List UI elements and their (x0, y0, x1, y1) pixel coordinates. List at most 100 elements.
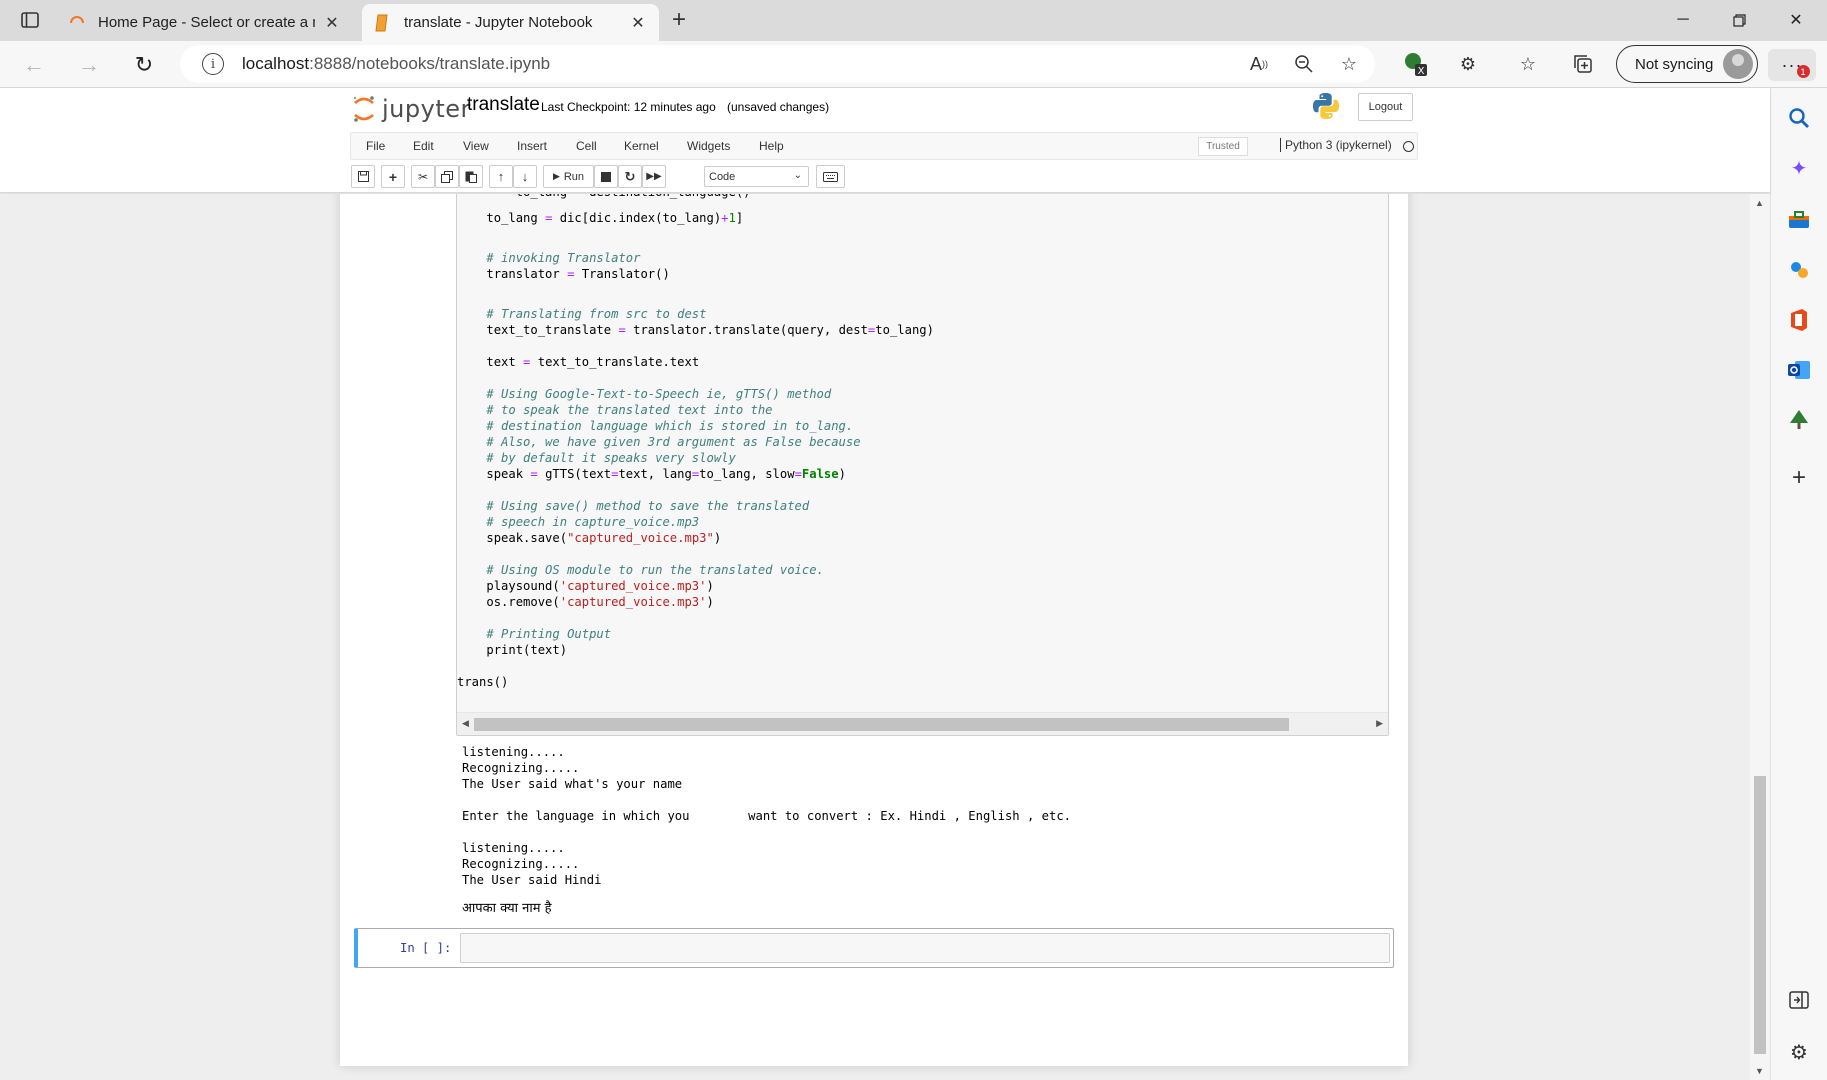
copilot-sparkle-icon[interactable]: ✦ (1785, 154, 1813, 182)
output-line: Recognizing..... (462, 857, 580, 871)
scroll-up-icon[interactable]: ▲ (1755, 198, 1764, 208)
new-tab-button[interactable]: + (668, 6, 690, 33)
jupyter-spinner-icon (68, 14, 86, 32)
notebook-scroll-area[interactable]: to_lang = destination_language() to_lang… (0, 194, 1770, 1080)
code-line: to_lang = dic[dic.index(to_lang)+1] (457, 210, 743, 226)
sidebar-collapse-icon[interactable] (1785, 986, 1813, 1014)
code-token: "captured_voice.mp3" (567, 531, 714, 545)
scrollbar-thumb[interactable] (474, 718, 1289, 731)
code-token: destination_language() (582, 194, 750, 199)
code-token: print(text) (486, 643, 568, 657)
code-token: 'captured_voice.mp3' (559, 595, 707, 609)
tab-close-icon[interactable]: ✕ (323, 13, 341, 33)
zoom-out-icon[interactable] (1289, 49, 1319, 79)
empty-cell-editor[interactable] (460, 933, 1390, 963)
tab-translate[interactable]: translate - Jupyter Notebook ✕ (362, 4, 659, 41)
jupyter-logo[interactable]: jupyter (352, 92, 471, 126)
move-up-icon[interactable]: ↑ (489, 165, 513, 188)
logout-button[interactable]: Logout (1358, 93, 1413, 121)
kernel-idle-indicator (1403, 141, 1414, 152)
interrupt-icon[interactable] (594, 165, 618, 188)
code-token: = (530, 467, 538, 481)
extension-excel-icon[interactable]: X (1400, 49, 1430, 79)
page-vertical-scrollbar[interactable]: ▲ ▼ (1750, 194, 1770, 1080)
add-icon[interactable]: + (1785, 464, 1813, 492)
minimize-icon[interactable]: ─ (1655, 6, 1711, 34)
menu-file[interactable]: File (366, 139, 385, 153)
menu-kernel[interactable]: Kernel (624, 139, 659, 153)
collections-icon[interactable] (1568, 49, 1598, 79)
cell-type-select[interactable]: Code ⌄ (704, 166, 809, 187)
url-text[interactable]: localhost:8888/notebooks/translate.ipynb (242, 54, 550, 74)
close-window-icon[interactable]: ✕ (1768, 6, 1824, 34)
kernel-name[interactable]: Python 3 (ipykernel) (1280, 138, 1392, 152)
menu-edit[interactable]: Edit (413, 139, 434, 153)
scroll-right-icon[interactable]: ▶ (1376, 718, 1383, 729)
shopping-icon[interactable] (1785, 206, 1813, 234)
paste-icon[interactable] (459, 165, 483, 188)
tools-icon[interactable] (1785, 256, 1813, 284)
refresh-icon[interactable]: ↻ (128, 49, 160, 81)
code-token: text (486, 355, 524, 369)
menu-view[interactable]: View (463, 139, 489, 153)
add-favorite-icon[interactable]: ☆ (1334, 49, 1364, 79)
search-icon[interactable] (1785, 104, 1813, 132)
restart-icon[interactable]: ↻ (618, 165, 642, 188)
scrollbar-thumb[interactable] (1754, 776, 1766, 1054)
horizontal-scrollbar[interactable]: ◀ ▶ (457, 712, 1388, 735)
copy-icon[interactable] (435, 165, 459, 188)
code-comment: # to speak the translated text into the (486, 403, 773, 417)
tab-actions-icon[interactable] (19, 9, 41, 31)
code-token: os.remove( (486, 595, 560, 609)
move-down-icon[interactable]: ↓ (513, 165, 537, 188)
menu-widgets[interactable]: Widgets (687, 139, 730, 153)
outlook-icon[interactable] (1785, 356, 1813, 384)
tab-close-icon[interactable]: ✕ (629, 13, 647, 33)
menu-cell[interactable]: Cell (576, 139, 597, 153)
extensions-icon[interactable]: ⚙ (1453, 49, 1483, 79)
url-host: localhost (242, 54, 310, 73)
code-line: # destination language which is stored i… (457, 418, 853, 434)
notebook-title[interactable]: translate (467, 94, 540, 116)
site-info-icon[interactable]: i (202, 53, 224, 75)
command-palette-icon[interactable] (816, 165, 845, 188)
settings-more-icon[interactable]: ··· 1 (1768, 49, 1816, 81)
code-token: trans() (457, 675, 509, 689)
profile-sync-button[interactable]: Not syncing (1616, 45, 1758, 83)
scroll-down-icon[interactable]: ▼ (1755, 1066, 1764, 1076)
save-icon[interactable] (351, 165, 375, 188)
tree-icon[interactable] (1785, 406, 1813, 434)
office-icon[interactable] (1785, 306, 1813, 334)
code-token: to_lang (486, 211, 546, 225)
cut-icon[interactable]: ✂ (411, 165, 435, 188)
read-aloud-icon[interactable]: A)) (1244, 49, 1274, 79)
jupyter-header: jupyter translate Last Checkpoint: 12 mi… (0, 88, 1770, 193)
restart-run-all-icon[interactable]: ▶▶ (642, 165, 666, 188)
chevron-down-icon: ⌄ (793, 170, 802, 181)
gear-icon[interactable]: ⚙ (1785, 1038, 1813, 1066)
code-line: os.remove('captured_voice.mp3') (457, 594, 713, 610)
url-field[interactable]: i localhost:8888/notebooks/translate.ipy… (180, 45, 1375, 83)
back-icon[interactable]: ← (18, 49, 50, 81)
code-comment: # invoking Translator (486, 251, 641, 265)
code-line: # by default it speaks very slowly (457, 450, 735, 466)
insert-cell-icon[interactable]: + (381, 165, 405, 188)
code-token: gTTS(text (537, 467, 612, 481)
jupyter-logo-icon (353, 96, 374, 122)
code-token: ) (706, 579, 714, 593)
menu-insert[interactable]: Insert (517, 139, 547, 153)
code-token: + (721, 211, 729, 225)
selected-empty-cell[interactable]: In [ ]: (354, 928, 1394, 968)
output-line: listening..... (462, 841, 565, 855)
run-button[interactable]: ▶ Run (543, 165, 594, 188)
notebook-container: to_lang = destination_language() to_lang… (340, 194, 1408, 1066)
forward-icon[interactable]: → (73, 49, 105, 81)
restore-icon[interactable] (1711, 6, 1767, 34)
tab-home-page[interactable]: Home Page - Select or create a notebook … (56, 4, 353, 41)
code-cell-editor[interactable]: to_lang = destination_language() to_lang… (456, 194, 1389, 736)
code-token: text_to_translate.text (530, 355, 700, 369)
trusted-badge[interactable]: Trusted (1198, 137, 1248, 156)
favorites-icon[interactable]: ☆ (1513, 49, 1543, 79)
scroll-left-icon[interactable]: ◀ (462, 718, 469, 729)
menu-help[interactable]: Help (759, 139, 784, 153)
